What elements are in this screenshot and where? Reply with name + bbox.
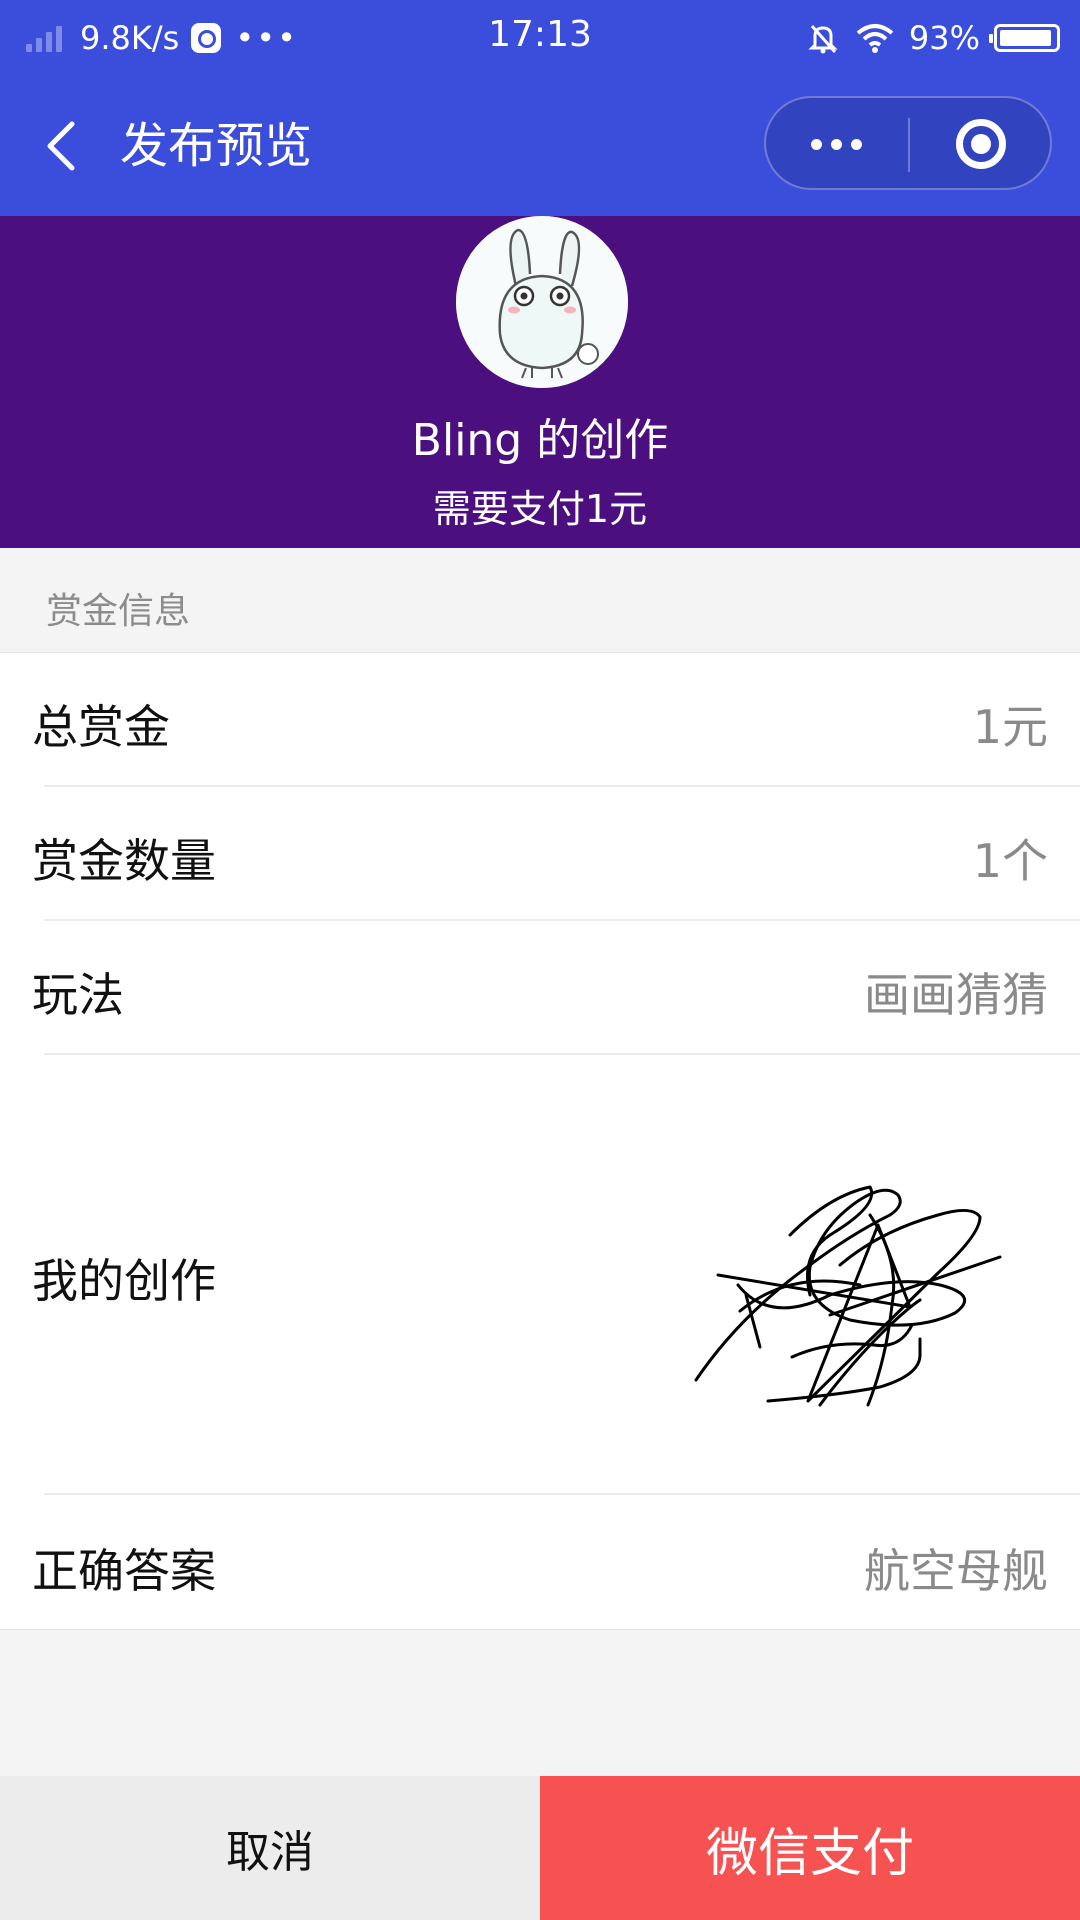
- row-value: 1个: [972, 834, 1048, 888]
- capsule-divider: [908, 118, 910, 172]
- page-title: 发布预览: [120, 118, 313, 174]
- status-bar: 9.8K/s ••• 17:13 93%: [0, 0, 1080, 76]
- bunny-avatar-icon: [456, 216, 628, 388]
- author-name: Bling 的创作: [411, 415, 669, 466]
- row-label: 玩法: [32, 968, 124, 1022]
- mute-bell-icon: [808, 25, 838, 54]
- mini-program-capsule: [764, 96, 1052, 190]
- avatar: [456, 216, 628, 388]
- row-value: 画画猜猜: [864, 968, 1048, 1022]
- author-header: Bling 的创作 需要支付1元: [0, 216, 1080, 548]
- list-item-my-creation: 我的创作: [0, 1055, 1080, 1495]
- section-title: 赏金信息: [46, 591, 191, 632]
- payment-note: 需要支付1元: [432, 487, 648, 531]
- list-item-total-bounty: 总赏金 1元: [0, 653, 1080, 787]
- wifi-icon: [856, 24, 894, 53]
- battery-icon: [989, 24, 1060, 52]
- close-target-icon[interactable]: [956, 119, 1006, 169]
- status-right: 93%: [805, 14, 1060, 62]
- back-arrow-icon[interactable]: [38, 114, 98, 178]
- more-dots-icon[interactable]: [804, 122, 868, 166]
- nav-bar: 发布预览: [0, 76, 1080, 216]
- battery-percent: 93%: [908, 19, 980, 57]
- row-label: 赏金数量: [32, 834, 216, 888]
- list-item-gameplay: 玩法 画画猜猜: [0, 921, 1080, 1055]
- row-value: 航空母舰: [864, 1544, 1048, 1598]
- row-value: 1元: [972, 700, 1048, 754]
- row-label: 我的创作: [32, 1254, 216, 1308]
- list-item-correct-answer: 正确答案 航空母舰: [0, 1495, 1080, 1629]
- list-item-bounty-count: 赏金数量 1个: [0, 787, 1080, 921]
- creation-drawing[interactable]: [680, 1175, 1040, 1425]
- row-label: 正确答案: [32, 1544, 216, 1598]
- cancel-button[interactable]: 取消: [0, 1776, 540, 1920]
- bounty-info-list: 总赏金 1元 赏金数量 1个 玩法 画画猜猜 我的创作 正确答案 航空母舰: [0, 652, 1080, 1630]
- row-label: 总赏金: [32, 700, 170, 754]
- wechat-pay-button[interactable]: 微信支付: [540, 1776, 1080, 1920]
